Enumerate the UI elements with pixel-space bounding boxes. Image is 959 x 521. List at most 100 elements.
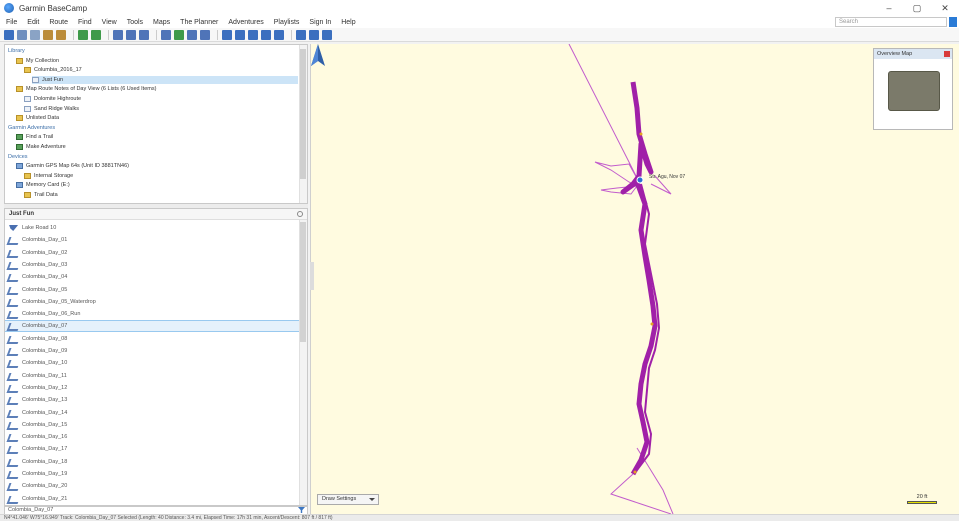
menu-view[interactable]: View bbox=[102, 19, 117, 26]
photos-icon[interactable] bbox=[248, 29, 258, 40]
list-item[interactable]: Colombia_Day_03 bbox=[5, 259, 299, 271]
waypoint-marker[interactable] bbox=[636, 176, 644, 184]
draw-settings-dropdown[interactable]: Draw Settings bbox=[317, 494, 379, 505]
list-item[interactable]: Lake Road 10 bbox=[5, 222, 299, 234]
menu-find[interactable]: Find bbox=[78, 19, 92, 26]
library-row-3[interactable]: Just Fun bbox=[32, 75, 298, 84]
library-row-2[interactable]: Columbia_2016_17 bbox=[24, 66, 298, 74]
thin-track-north[interactable] bbox=[568, 44, 640, 195]
list-item[interactable]: Colombia_Day_12 bbox=[5, 382, 299, 394]
track-point-marker[interactable] bbox=[633, 470, 637, 474]
menu-edit[interactable]: Edit bbox=[27, 19, 39, 26]
list-item[interactable]: Colombia_Day_05 bbox=[5, 284, 299, 296]
list-item[interactable]: Colombia_Day_16 bbox=[5, 431, 299, 443]
menu-playlists[interactable]: Playlists bbox=[274, 19, 300, 26]
list-item[interactable]: Colombia_Day_19 bbox=[5, 468, 299, 480]
list-item[interactable]: Colombia_Day_07 bbox=[5, 320, 299, 333]
track-tool-icon[interactable] bbox=[187, 29, 197, 40]
redo-icon[interactable] bbox=[56, 29, 66, 40]
list-item[interactable]: Colombia_Day_06_Run bbox=[5, 308, 299, 320]
zoom-icon[interactable] bbox=[113, 29, 123, 40]
main-track[interactable] bbox=[620, 81, 658, 476]
hand-tool-icon[interactable] bbox=[126, 29, 136, 40]
library-row-10[interactable]: Make Adventure bbox=[16, 143, 298, 151]
library-scroll-thumb[interactable] bbox=[300, 49, 306, 179]
menu-adventures[interactable]: Adventures bbox=[228, 19, 263, 26]
check-icon[interactable] bbox=[322, 29, 332, 40]
back-icon[interactable] bbox=[4, 29, 14, 40]
list-item[interactable]: Colombia_Day_01 bbox=[5, 234, 299, 246]
receive-from-device-icon[interactable] bbox=[91, 29, 101, 40]
list-scrollbar[interactable] bbox=[299, 220, 307, 505]
compass-icon[interactable] bbox=[311, 44, 325, 66]
print-icon[interactable] bbox=[30, 29, 40, 40]
activity-profile-icon[interactable] bbox=[296, 29, 306, 40]
list-item[interactable]: Colombia_Day_17 bbox=[5, 443, 299, 455]
overview-map-thumbnail[interactable] bbox=[888, 71, 940, 111]
overview-map-title: Overview Map bbox=[874, 49, 952, 59]
menu-sign-in[interactable]: Sign In bbox=[309, 19, 331, 26]
clock-icon[interactable] bbox=[274, 29, 284, 40]
forward-icon[interactable] bbox=[17, 29, 27, 40]
list-item[interactable]: Colombia_Day_11 bbox=[5, 370, 299, 382]
library-row-6[interactable]: Sand Ridge Walks bbox=[24, 105, 298, 113]
menu-the-planner[interactable]: The Planner bbox=[180, 19, 218, 26]
list-item[interactable]: Colombia_Day_21 bbox=[5, 493, 299, 505]
list-item[interactable]: Colombia_Day_18 bbox=[5, 456, 299, 468]
library-row-9[interactable]: Find a Trail bbox=[16, 133, 298, 141]
overview-close-icon[interactable] bbox=[944, 51, 950, 57]
measure-tool-icon[interactable] bbox=[200, 29, 210, 40]
menu-help[interactable]: Help bbox=[341, 19, 355, 26]
search-icon[interactable] bbox=[949, 17, 957, 27]
list-item[interactable]: Colombia_Day_04 bbox=[5, 271, 299, 283]
help-icon[interactable] bbox=[297, 211, 303, 217]
library-row-12[interactable]: Garmin GPS Map 64s (Unit ID 3881TN46) bbox=[16, 162, 298, 170]
library-scrollbar[interactable] bbox=[299, 45, 307, 203]
track-icon bbox=[8, 298, 17, 306]
close-button[interactable]: ✕ bbox=[931, 0, 959, 16]
dropdown-icon[interactable] bbox=[309, 29, 319, 40]
list-scroll-thumb[interactable] bbox=[300, 222, 306, 342]
map-2d-icon[interactable] bbox=[222, 29, 232, 40]
list-item[interactable]: Colombia_Day_02 bbox=[5, 247, 299, 259]
panel-collapse-handle[interactable] bbox=[310, 262, 314, 290]
library-row-1[interactable]: My Collection bbox=[16, 57, 298, 65]
map-canvas[interactable]: Str. Agu, Nov 07 bbox=[311, 44, 959, 514]
list-item[interactable]: Colombia_Day_05_Waterdrop bbox=[5, 296, 299, 308]
pencil-icon[interactable] bbox=[139, 29, 149, 40]
minimize-button[interactable]: – bbox=[875, 0, 903, 16]
undo-icon[interactable] bbox=[43, 29, 53, 40]
library-row-13[interactable]: Internal Storage bbox=[24, 172, 298, 180]
waypoint-tool-icon[interactable] bbox=[161, 29, 171, 40]
search-input[interactable]: Search bbox=[835, 17, 947, 27]
library-row-label: Garmin GPS Map 64s (Unit ID 3881TN46) bbox=[26, 163, 130, 170]
menu-maps[interactable]: Maps bbox=[153, 19, 170, 26]
list-item[interactable]: Colombia_Day_14 bbox=[5, 407, 299, 419]
map-3d-icon[interactable] bbox=[235, 29, 245, 40]
list-item[interactable]: Colombia_Day_10 bbox=[5, 357, 299, 369]
track-point-marker[interactable] bbox=[639, 132, 643, 136]
birdseye-icon[interactable] bbox=[261, 29, 271, 40]
list-item[interactable]: Colombia_Day_20 bbox=[5, 480, 299, 492]
track-point-marker[interactable] bbox=[650, 322, 654, 326]
library-row-7[interactable]: Unlisted Data bbox=[16, 114, 298, 122]
maximize-button[interactable]: ▢ bbox=[903, 0, 931, 16]
library-row-4[interactable]: Map Route Notes of Day View (6 Lists (6 … bbox=[16, 85, 298, 93]
library-row-15[interactable]: Trail Data bbox=[24, 191, 298, 199]
send-to-device-icon[interactable] bbox=[78, 29, 88, 40]
map-view[interactable]: Str. Agu, Nov 07 Overview Map Draw Setti… bbox=[310, 44, 959, 514]
list-item[interactable]: Colombia_Day_13 bbox=[5, 394, 299, 406]
library-row-14[interactable]: Memory Card (E:) bbox=[16, 181, 298, 189]
route-tool-icon[interactable] bbox=[174, 29, 184, 40]
library-row-8[interactable]: Garmin Adventures bbox=[8, 124, 298, 132]
list-item[interactable]: Colombia_Day_15 bbox=[5, 419, 299, 431]
thin-track-south[interactable] bbox=[610, 473, 672, 514]
library-row-11[interactable]: Devices bbox=[8, 153, 298, 161]
menu-file[interactable]: File bbox=[6, 19, 17, 26]
library-row-5[interactable]: Dolomite Highroute bbox=[24, 95, 298, 103]
menu-tools[interactable]: Tools bbox=[127, 19, 143, 26]
menu-route[interactable]: Route bbox=[49, 19, 68, 26]
list-item[interactable]: Colombia_Day_09 bbox=[5, 345, 299, 357]
list-item[interactable]: Colombia_Day_08 bbox=[5, 333, 299, 345]
library-row-0[interactable]: Library bbox=[8, 47, 298, 55]
